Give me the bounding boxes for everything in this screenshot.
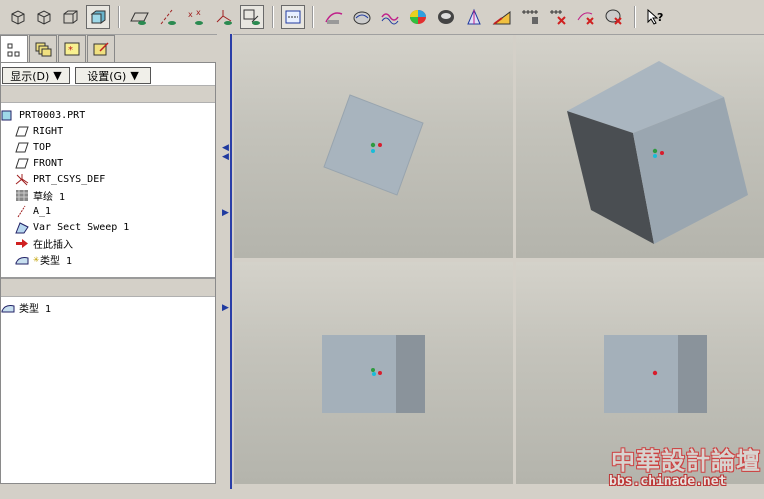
expand-arrow-icon[interactable]: ▶ <box>222 304 229 313</box>
csys-icon[interactable] <box>212 5 236 29</box>
spin-center-icon[interactable] <box>240 5 264 29</box>
datum-axes-icon[interactable] <box>156 5 180 29</box>
view-iso2-icon[interactable] <box>32 5 56 29</box>
datum-plane-icon <box>15 125 29 138</box>
display-dropdown-label: 显示(D) <box>10 69 50 83</box>
delete-analysis-icon[interactable] <box>546 5 570 29</box>
tree-item-csys[interactable]: PRT_CSYS_DEF <box>15 171 105 187</box>
model-tree-tab[interactable] <box>0 35 28 63</box>
rotated-square-shape <box>323 94 424 196</box>
panel-horizontal-scrollbar[interactable] <box>0 484 216 499</box>
sweep-icon <box>15 221 29 234</box>
delete-all-analysis-icon[interactable] <box>602 5 626 29</box>
curve-analysis-icon[interactable] <box>350 5 374 29</box>
tree-item-sweep[interactable]: Var Sect Sweep 1 <box>15 219 129 235</box>
layers-tab[interactable] <box>29 35 57 62</box>
front-view-shape <box>322 335 425 413</box>
web-tab[interactable] <box>87 35 115 62</box>
window-layout-icon[interactable] <box>281 5 305 29</box>
measure-icon[interactable] <box>518 5 542 29</box>
csys-icon <box>15 173 29 186</box>
whats-this-help-icon[interactable]: ? <box>643 5 667 29</box>
tree-item-part[interactable]: PRT0003.PRT <box>1 107 85 123</box>
viewport-top-right[interactable] <box>516 35 764 258</box>
watermark-chinese-text: 中華設計論壇 <box>611 446 761 475</box>
datum-plane-icon <box>15 157 29 170</box>
tree-item-label: 在此插入 <box>33 239 73 251</box>
panel-dropdown-row: 显示(D) ▼ 设置(G) ▼ <box>1 65 215 85</box>
tree-item-label: PRT0003.PRT <box>19 109 86 121</box>
viewport-top-left[interactable] <box>234 35 513 258</box>
tree-item-label: TOP <box>33 141 52 153</box>
datum-plane-icon <box>15 141 29 154</box>
shade-analysis-icon[interactable] <box>406 5 430 29</box>
svg-text:*: * <box>68 45 73 56</box>
viewport-bottom-left[interactable] <box>234 262 513 484</box>
display-dropdown[interactable]: 显示(D) ▼ <box>2 67 70 84</box>
part-icon <box>1 109 15 122</box>
new-feature-star-icon: ✳ <box>33 253 40 265</box>
tree-item-sketch[interactable]: 草绘 1 <box>15 187 65 203</box>
tree-item-label: A_1 <box>33 205 52 217</box>
expand-arrow-icon[interactable]: ▶ <box>222 209 229 218</box>
favorites-tab[interactable]: * <box>58 35 86 62</box>
tree-item-type[interactable]: ✳ 类型 1 <box>15 251 72 267</box>
surface-type-icon <box>15 253 29 266</box>
tree-header-strip <box>1 85 215 103</box>
csys-marker-icon <box>370 142 376 148</box>
svg-text:x: x <box>196 8 201 17</box>
lower-section-strip <box>1 277 215 297</box>
axis-icon <box>15 205 29 218</box>
surface-type-icon <box>1 301 15 314</box>
datum-points-icon[interactable]: xx <box>184 5 208 29</box>
tree-item-right[interactable]: RIGHT <box>15 123 63 139</box>
iso-cube-shape <box>567 61 748 244</box>
collapse-arrow-icon[interactable]: ◀ <box>222 144 229 153</box>
curvature-icon[interactable] <box>378 5 402 29</box>
watermark-url-text: bbs.chinade.net <box>609 474 727 489</box>
view-iso-icon[interactable] <box>6 5 30 29</box>
tree-item-label: 草绘 1 <box>33 191 66 203</box>
settings-dropdown-label: 设置(G) <box>87 69 127 83</box>
chevron-down-icon: ▼ <box>53 69 62 82</box>
tree-item-label: FRONT <box>33 157 64 169</box>
tree-item-insert-here[interactable]: 在此插入 <box>15 235 73 251</box>
delete-all-icon[interactable] <box>574 5 598 29</box>
tree-item-label: 类型 1 <box>40 255 73 267</box>
tree-item-top[interactable]: TOP <box>15 139 51 155</box>
tree-item-label: RIGHT <box>33 125 64 137</box>
svg-text:x: x <box>188 10 193 19</box>
watermark-logo: 中華設計論壇 bbs.chinade.net <box>603 439 761 495</box>
panel-splitter[interactable]: ◀ ◀ ▶ ▶ <box>217 34 233 489</box>
tree-item-axis[interactable]: A_1 <box>15 203 51 219</box>
insert-here-icon <box>15 237 29 250</box>
chevron-down-icon: ▼ <box>130 69 139 82</box>
draft-icon[interactable] <box>462 5 486 29</box>
slope-icon[interactable] <box>490 5 514 29</box>
list-item-label: 类型 1 <box>19 303 52 315</box>
sketch-icon <box>15 189 29 202</box>
svg-text:?: ? <box>657 11 663 24</box>
sketch-tool-icon[interactable] <box>322 5 346 29</box>
wireframe-icon[interactable] <box>58 5 82 29</box>
tree-item-label: PRT_CSYS_DEF <box>33 173 106 185</box>
dihedral-icon[interactable] <box>434 5 458 29</box>
model-tree-panel: 显示(D) ▼ 设置(G) ▼ PRT0003.PRT RIGHT TOP FR… <box>0 62 216 484</box>
main-toolbar: xx ? <box>0 0 764 35</box>
tree-item-front[interactable]: FRONT <box>15 155 63 171</box>
lower-list-item-type[interactable]: 类型 1 <box>1 299 51 315</box>
settings-dropdown[interactable]: 设置(G) ▼ <box>75 67 151 84</box>
shaded-icon[interactable] <box>86 5 110 29</box>
tree-item-label: Var Sect Sweep 1 <box>33 221 130 233</box>
datum-planes-icon[interactable] <box>128 5 152 29</box>
navigator-tabs: * <box>0 35 216 63</box>
collapse-arrow-icon[interactable]: ◀ <box>222 153 229 162</box>
